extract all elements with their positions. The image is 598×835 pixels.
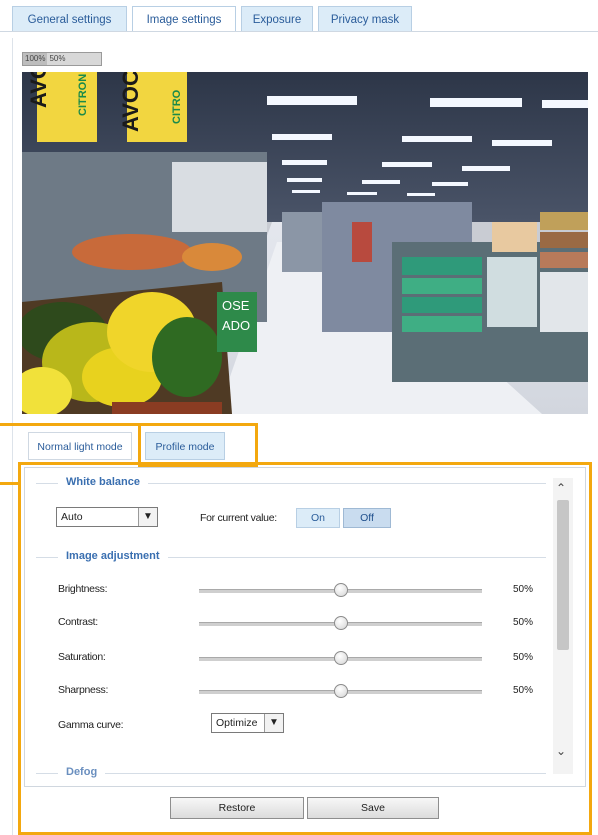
sharpness-slider-handle[interactable] — [334, 684, 348, 698]
white-balance-title: White balance — [58, 476, 148, 488]
contrast-slider-handle[interactable] — [334, 616, 348, 630]
restore-button[interactable]: Restore — [170, 797, 304, 819]
brightness-label: Brightness: — [58, 583, 108, 595]
settings-footer — [24, 788, 586, 830]
gamma-curve-label: Gamma curve: — [58, 719, 124, 731]
tab-normal-light-mode[interactable]: Normal light mode — [28, 432, 132, 460]
brightness-slider-handle[interactable] — [334, 583, 348, 597]
green-sign: OSE ADO — [217, 292, 257, 352]
zoom-100-button[interactable]: 100% — [23, 53, 48, 65]
tab-exposure[interactable]: Exposure — [241, 6, 313, 32]
contrast-value: 50% — [513, 617, 534, 628]
svg-text:ADO: ADO — [222, 318, 250, 333]
chevron-down-icon: ▼ — [138, 508, 157, 526]
tab-privacy-mask[interactable]: Privacy mask — [318, 6, 412, 32]
white-balance-select[interactable]: Auto ▼ — [56, 507, 158, 527]
white-balance-off-button[interactable]: Off — [343, 508, 391, 528]
tab-divider — [0, 31, 598, 32]
svg-text:AVOC: AVOC — [26, 72, 51, 108]
saturation-value: 50% — [513, 652, 534, 663]
svg-text:OSE: OSE — [222, 298, 250, 313]
chevron-down-icon[interactable]: ⌄ — [556, 744, 566, 758]
gamma-curve-value: Optimize — [216, 717, 258, 729]
white-balance-on-button[interactable]: On — [296, 508, 340, 528]
defog-divider — [36, 773, 546, 774]
chevron-down-icon: ▼ — [264, 714, 283, 732]
profile-mode-highlight — [138, 423, 258, 467]
tab-general-settings[interactable]: General settings — [12, 6, 127, 32]
gamma-curve-select[interactable]: Optimize ▼ — [211, 713, 284, 733]
highlight-connector-top — [0, 423, 138, 426]
sharpness-label: Sharpness: — [58, 684, 109, 696]
highlight-connector-left — [0, 482, 20, 485]
svg-text:AVOC: AVOC — [118, 72, 143, 132]
scrollbar-thumb[interactable] — [557, 500, 569, 650]
tab-image-settings[interactable]: Image settings — [132, 6, 236, 32]
defog-title: Defog — [58, 766, 106, 778]
video-preview: AVOC AVOC CITRON CITRO OSE ADO — [22, 72, 588, 414]
contrast-label: Contrast: — [58, 616, 98, 628]
svg-text:CITRON: CITRON — [77, 74, 89, 116]
chevron-up-icon[interactable]: ⌃ — [556, 481, 566, 495]
store-scene-image: AVOC AVOC CITRON CITRO OSE ADO — [22, 72, 588, 414]
saturation-slider-handle[interactable] — [334, 651, 348, 665]
svg-text:CITRO: CITRO — [171, 89, 183, 124]
image-adjustment-title: Image adjustment — [58, 550, 168, 562]
for-current-value-label: For current value: — [200, 512, 277, 524]
white-balance-value: Auto — [61, 511, 83, 523]
saturation-label: Saturation: — [58, 651, 106, 663]
sharpness-value: 50% — [513, 685, 534, 696]
save-button[interactable]: Save — [307, 797, 439, 819]
zoom-controls: 100% 50% — [22, 52, 102, 66]
brightness-value: 50% — [513, 584, 534, 595]
zoom-50-button[interactable]: 50% — [47, 53, 67, 65]
